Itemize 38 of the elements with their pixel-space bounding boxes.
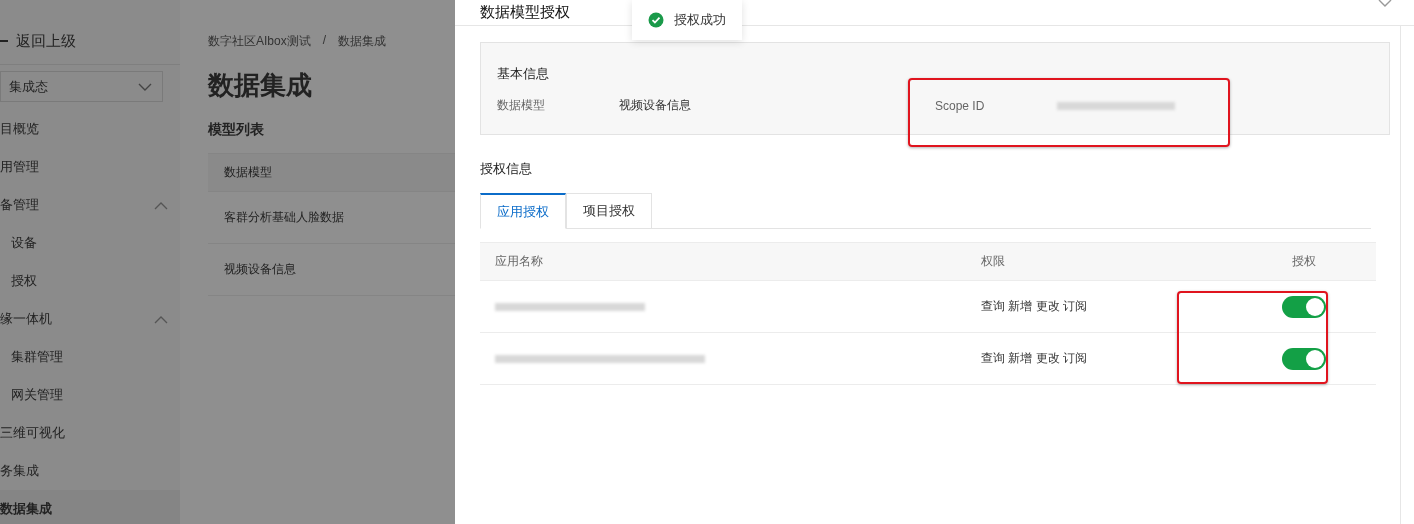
tab[interactable]: 项目授权 [566, 193, 652, 229]
toast-text: 授权成功 [674, 11, 726, 29]
nav-subitem[interactable]: 授权 [0, 262, 180, 300]
breadcrumb-separator: / [322, 33, 327, 49]
breadcrumb-current: 数据集成 [338, 33, 387, 50]
page-title: 数据集成 [208, 69, 313, 102]
nav-subitem[interactable]: 集群管理 [0, 338, 180, 376]
section-heading: 授权信息 [480, 160, 533, 178]
nav-subitem[interactable]: 网关管理 [0, 376, 180, 414]
close-icon[interactable] [1378, 0, 1392, 8]
column-header: 授权 [1290, 253, 1317, 270]
nav-item[interactable]: 缘一体机 [0, 300, 180, 338]
nav-item[interactable]: 目概览 [0, 110, 180, 148]
nav-item[interactable]: 数据集成 [0, 490, 180, 524]
nav-item[interactable]: 用管理 [0, 148, 180, 186]
field-label: 数据模型 [497, 97, 546, 114]
chevron-down-icon [138, 81, 152, 92]
column-header: 应用名称 [494, 253, 544, 270]
nav-item[interactable]: 备管理 [0, 186, 180, 224]
nav-item[interactable]: 务集成 [0, 452, 180, 490]
permissions-text: 查询 新增 更改 订阅 [981, 298, 1088, 315]
drawer-title: 数据模型授权 [480, 4, 570, 19]
back-link[interactable]: 返回上级 [0, 24, 180, 65]
column-header: 数据模型 [224, 164, 272, 181]
section-title: 模型列表 [208, 121, 265, 139]
check-circle-icon [648, 12, 664, 28]
tab[interactable]: 应用授权 [480, 193, 566, 229]
state-dropdown[interactable]: 集成态 [0, 71, 163, 102]
permissions-text: 查询 新增 更改 订阅 [981, 350, 1088, 367]
breadcrumb-link[interactable]: 数字社区AIbox测试 [208, 33, 311, 50]
toggle-switch[interactable] [1281, 347, 1326, 370]
nav-subitem[interactable]: 设备 [0, 224, 180, 262]
toggle-switch[interactable] [1281, 295, 1326, 318]
field-label: Scope ID [935, 98, 986, 113]
column-header: 权限 [981, 253, 1006, 270]
field-value: 视频设备信息 [619, 97, 691, 114]
info-heading: 基本信息 [497, 65, 550, 83]
nav-item[interactable]: 三维可视化 [0, 414, 180, 452]
